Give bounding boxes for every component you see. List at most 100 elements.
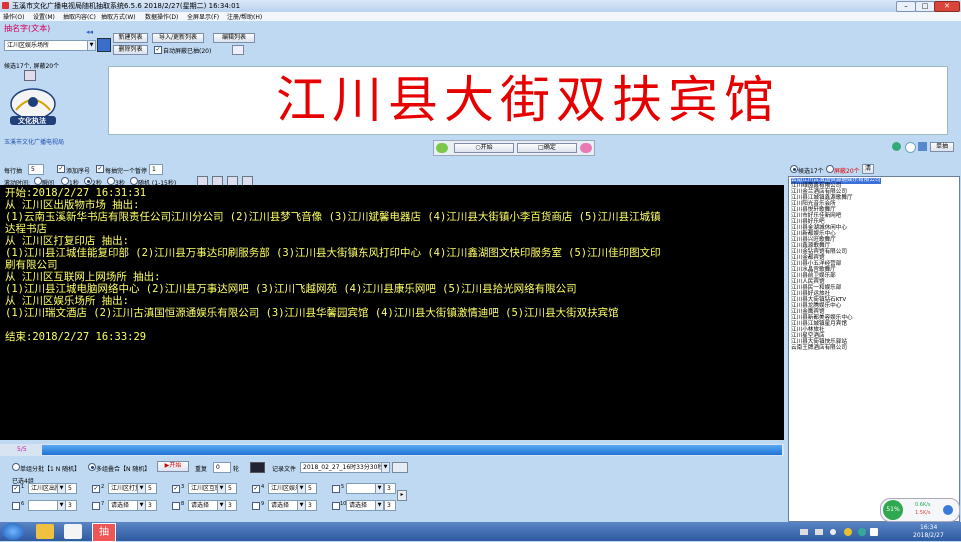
candidates-radio[interactable] bbox=[790, 165, 798, 173]
close-button[interactable]: ✕ bbox=[934, 1, 960, 12]
group-3-count[interactable]: 5 bbox=[225, 483, 237, 494]
single-draw-button[interactable]: 单抽 bbox=[930, 142, 954, 152]
record-label: 记录文件 bbox=[272, 466, 297, 473]
group-1-combo[interactable]: 江川区出版 ▼ bbox=[28, 483, 66, 494]
green-icon[interactable] bbox=[892, 142, 901, 151]
group-5-checkbox[interactable] bbox=[332, 485, 340, 493]
pause-checkbox[interactable]: ✓ bbox=[96, 165, 104, 173]
wps-icon[interactable] bbox=[64, 524, 82, 539]
edit-list-button[interactable]: 编辑列表 bbox=[213, 33, 255, 43]
chevron-down-icon: ▼ bbox=[87, 41, 95, 50]
each-row-input[interactable]: 5 bbox=[28, 164, 44, 175]
group-6-combo[interactable]: ▼ bbox=[28, 500, 66, 511]
hidden-radio[interactable] bbox=[826, 165, 834, 173]
group-1-num: 1 bbox=[21, 484, 25, 490]
list-tool-icon[interactable] bbox=[97, 38, 111, 52]
speed-1s-radio[interactable] bbox=[61, 177, 69, 185]
minimize-button[interactable]: – bbox=[896, 1, 916, 12]
candidate-list[interactable]: 云南江川古滇国恒源通娱乐有限公司 江川绿茵鑫有限公司 江川金兰酒店有限公司 江川… bbox=[788, 176, 960, 522]
group-7-checkbox[interactable] bbox=[92, 502, 100, 510]
keyboard-icon[interactable] bbox=[800, 529, 808, 535]
speed-instant-radio[interactable] bbox=[34, 177, 42, 185]
new-list-button[interactable]: 新建列表 bbox=[113, 33, 148, 43]
group-7-combo[interactable]: 请选择 ▼ bbox=[108, 500, 146, 511]
maximize-button[interactable]: □ bbox=[915, 1, 935, 12]
group-3-combo[interactable]: 江川区互联 ▼ bbox=[188, 483, 226, 494]
speed-random-radio[interactable] bbox=[130, 177, 138, 185]
group-4-combo[interactable]: 江川区娱乐 ▼ bbox=[268, 483, 306, 494]
group-10-combo[interactable]: 请选择 ▼ bbox=[346, 500, 384, 511]
repeat-input[interactable]: 0 bbox=[213, 462, 231, 473]
start-button[interactable] bbox=[2, 523, 24, 540]
system-monitor[interactable]: 51% 0.6K/s 1.5K/s bbox=[880, 498, 960, 522]
accelerate-icon[interactable] bbox=[943, 505, 953, 515]
speed-3s-radio[interactable] bbox=[107, 177, 115, 185]
speed-2s-radio[interactable] bbox=[84, 177, 92, 185]
menu-method[interactable]: 抽取方式(W) bbox=[101, 12, 136, 21]
group-9-checkbox[interactable] bbox=[252, 502, 260, 510]
menu-data[interactable]: 数据操作(D) bbox=[145, 12, 178, 21]
window-icon[interactable] bbox=[918, 142, 927, 151]
group-10-checkbox[interactable] bbox=[332, 502, 340, 510]
clear-button[interactable]: 清 bbox=[862, 164, 874, 174]
group-8-count[interactable]: 3 bbox=[225, 500, 237, 511]
globe-icon[interactable] bbox=[905, 142, 916, 153]
result-line: 从 江川区出版物市场 抽出: bbox=[5, 199, 140, 211]
group-7-count[interactable]: 3 bbox=[145, 500, 157, 511]
menu-settings[interactable]: 设置(M) bbox=[33, 12, 55, 21]
folder-icon[interactable] bbox=[36, 524, 54, 539]
confirm-button[interactable]: □确定 bbox=[517, 143, 577, 153]
chevron-down-icon: ▼ bbox=[57, 501, 65, 510]
open-file-icon[interactable] bbox=[392, 462, 408, 473]
group-6-checkbox[interactable] bbox=[12, 502, 20, 510]
image-icon[interactable] bbox=[24, 70, 36, 81]
group-2-checkbox[interactable]: ✓ bbox=[92, 485, 100, 493]
count-text: 候选17个, 屏蔽20个 bbox=[4, 63, 60, 70]
volume-icon[interactable] bbox=[870, 528, 878, 536]
pen-icon[interactable] bbox=[232, 45, 244, 55]
group-8-checkbox[interactable] bbox=[172, 502, 180, 510]
group-2-count[interactable]: 5 bbox=[145, 483, 157, 494]
record-combo[interactable]: 2018_02_27_16时33分30秒 ▼ bbox=[300, 462, 390, 473]
group-10-count[interactable]: 3 bbox=[384, 500, 396, 511]
import-list-button[interactable]: 导入/更新列表 bbox=[152, 33, 204, 43]
menu-operate[interactable]: 操作(O) bbox=[3, 12, 24, 21]
arrow-icon[interactable] bbox=[830, 529, 836, 535]
menu-help[interactable]: 注册/帮助(H) bbox=[227, 12, 262, 21]
group-1-count[interactable]: 5 bbox=[65, 483, 77, 494]
list-combo[interactable]: 江川区娱乐场所 ▼ bbox=[4, 40, 96, 51]
serial-checkbox[interactable]: ✓ bbox=[57, 165, 65, 173]
group-6-count[interactable]: 3 bbox=[65, 500, 77, 511]
delete-list-button[interactable]: 删除列表 bbox=[113, 45, 148, 55]
group-5-combo[interactable]: ▼ bbox=[346, 483, 384, 494]
group-8-combo[interactable]: 请选择 ▼ bbox=[188, 500, 226, 511]
group-5-count[interactable]: 3 bbox=[384, 483, 396, 494]
record-icon[interactable] bbox=[250, 462, 265, 473]
group-2-combo[interactable]: 江川区打复 ▼ bbox=[108, 483, 146, 494]
auto-hide-checkbox[interactable]: ✓ bbox=[154, 46, 162, 54]
menu-content[interactable]: 抽取内容(C) bbox=[63, 12, 96, 21]
list-item[interactable]: 云南王牌酒店有限公司 bbox=[791, 345, 847, 352]
group-3-checkbox[interactable]: ✓ bbox=[172, 485, 180, 493]
control-strip: ○开始 □确定 bbox=[433, 140, 595, 156]
group-9-combo[interactable]: 请选择 ▼ bbox=[268, 500, 306, 511]
pause-count-input[interactable]: 1 bbox=[149, 164, 163, 175]
start-multi-button[interactable]: ▶开始 bbox=[157, 461, 189, 472]
results-panel[interactable]: 开始:2018/2/27 16:31:31 从 江川区出版物市场 抽出: (1)… bbox=[0, 185, 784, 440]
group-9-count[interactable]: 3 bbox=[305, 500, 317, 511]
start-button[interactable]: ○开始 bbox=[454, 143, 514, 153]
chevron-right-icon[interactable]: ▸ bbox=[397, 490, 407, 501]
security-icon[interactable] bbox=[844, 528, 852, 536]
group-1-checkbox[interactable]: ✓ bbox=[12, 485, 20, 493]
collapse-icon[interactable]: ◂◂ bbox=[86, 28, 93, 36]
group-4-checkbox[interactable]: ✓ bbox=[252, 485, 260, 493]
multi-group-radio[interactable] bbox=[88, 463, 96, 471]
tray-icons[interactable] bbox=[800, 527, 880, 537]
menu-fullscreen[interactable]: 全屏显示(F) bbox=[187, 12, 219, 21]
network-icon[interactable] bbox=[815, 529, 823, 535]
single-group-radio[interactable] bbox=[12, 463, 20, 471]
list-combo-value: 江川区娱乐场所 bbox=[7, 42, 50, 49]
app-task-button[interactable]: 抽 bbox=[92, 523, 116, 542]
update-icon[interactable] bbox=[858, 528, 866, 536]
group-4-count[interactable]: 5 bbox=[305, 483, 317, 494]
